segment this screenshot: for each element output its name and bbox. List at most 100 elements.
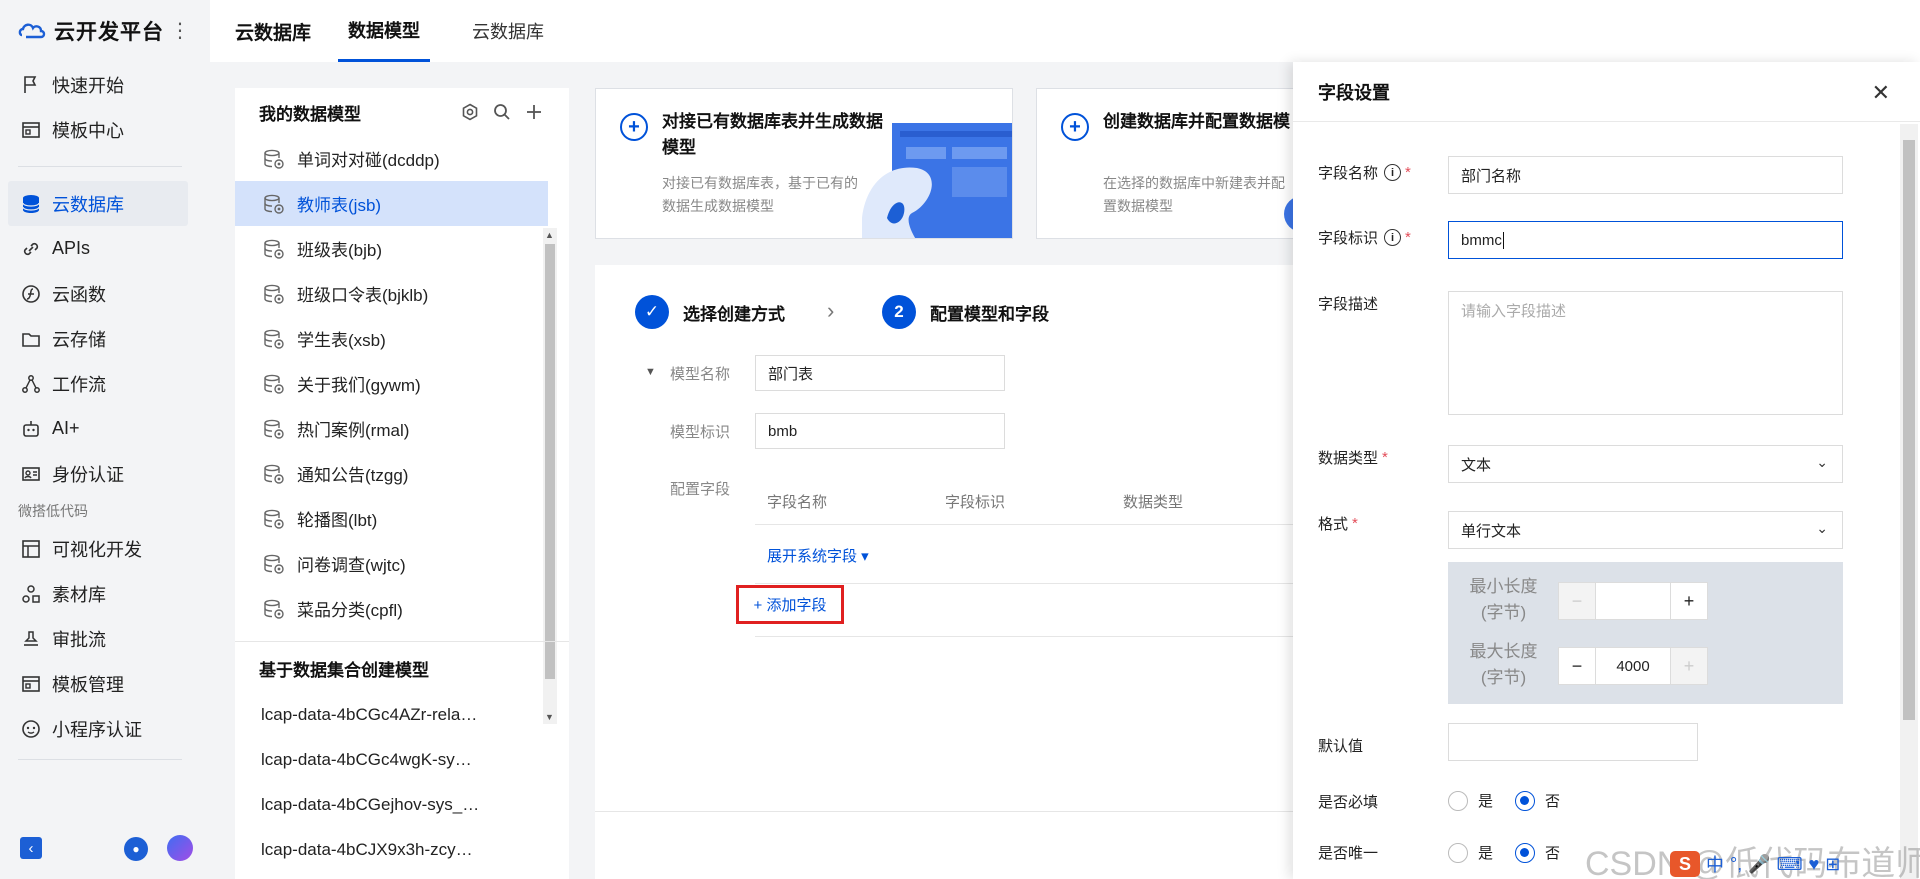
template-icon bbox=[20, 673, 42, 695]
required-no-label: 否 bbox=[1545, 793, 1561, 810]
model-id-input[interactable]: bmb bbox=[755, 413, 1005, 449]
default-value-input[interactable] bbox=[1448, 723, 1698, 761]
sogou-ime-icon[interactable]: S bbox=[1670, 851, 1700, 877]
nav-main-item-0[interactable]: 云数据库 bbox=[8, 181, 188, 226]
model-list-item[interactable]: 菜品分类(cpfl) bbox=[235, 586, 548, 626]
nav-top-item-1[interactable]: 模板中心 bbox=[0, 107, 210, 152]
drawer-scrollbar[interactable] bbox=[1900, 124, 1918, 879]
model-list-item[interactable]: 热门案例(rmal) bbox=[235, 406, 548, 451]
unique-yes-radio[interactable]: 是 bbox=[1448, 842, 1493, 863]
collapse-caret-icon[interactable]: ▼ bbox=[645, 366, 656, 378]
max-length-stepper[interactable]: − 4000 + bbox=[1558, 647, 1708, 685]
dataset-model-item[interactable]: lcap-data-4bCGejhov-sys_… bbox=[261, 782, 551, 827]
nav-lowcode-item-2[interactable]: 审批流 bbox=[0, 616, 210, 661]
nav-lowcode-item-1[interactable]: 素材库 bbox=[0, 571, 210, 616]
user-avatar-icon[interactable]: ● bbox=[124, 837, 148, 861]
nav-main-item-3[interactable]: 云存储 bbox=[0, 316, 210, 361]
nav-main-item-4[interactable]: 工作流 bbox=[0, 361, 210, 406]
add-icon[interactable] bbox=[525, 103, 543, 121]
data-type-select[interactable]: 文本 ⌄ bbox=[1448, 445, 1843, 483]
database-icon bbox=[20, 193, 42, 215]
min-length-stepper[interactable]: − + bbox=[1558, 582, 1708, 620]
keyboard-icon[interactable]: ⌨ bbox=[1777, 854, 1803, 875]
field-desc-textarea[interactable]: 请输入字段描述 bbox=[1448, 291, 1843, 415]
format-select[interactable]: 单行文本 ⌄ bbox=[1448, 511, 1843, 549]
skin-icon[interactable]: ♥ bbox=[1809, 854, 1820, 875]
wizard-divider bbox=[595, 811, 1295, 812]
info-icon[interactable]: i bbox=[1384, 229, 1402, 246]
nav-main-item-5[interactable]: AI+ bbox=[0, 406, 210, 451]
more-vertical-icon[interactable]: ⋮ bbox=[170, 21, 190, 41]
model-name-input[interactable]: 部门表 bbox=[755, 355, 1005, 391]
scrollbar-thumb[interactable] bbox=[1903, 140, 1915, 720]
dataset-model-item[interactable]: lcap-data-4bCGc4AZr-rela… bbox=[261, 692, 551, 737]
dataset-model-item[interactable]: lcap-data-4bCGc4wgK-sy… bbox=[261, 737, 551, 782]
unique-no-radio[interactable]: 否 bbox=[1515, 842, 1560, 863]
col-field-id: 字段标识 bbox=[945, 494, 1006, 511]
model-list-scrollbar[interactable]: ▲ ▼ bbox=[543, 228, 557, 724]
collapse-nav-icon[interactable]: ‹ bbox=[20, 837, 42, 859]
scrollbar-thumb[interactable] bbox=[545, 244, 555, 679]
model-list-item[interactable]: 单词对对碰(dcddp) bbox=[235, 136, 548, 181]
model-list-item[interactable]: 通知公告(tzgg) bbox=[235, 451, 548, 496]
field-id-label-text: 字段标识 bbox=[1318, 230, 1379, 247]
required-yes-radio[interactable]: 是 bbox=[1448, 790, 1493, 811]
nav-main-item-1[interactable]: APIs bbox=[0, 226, 210, 271]
format-label: 格式 * bbox=[1318, 513, 1358, 534]
field-name-label-text: 字段名称 bbox=[1318, 165, 1379, 182]
plus-circle-icon: + bbox=[1061, 113, 1089, 141]
scroll-up-icon[interactable]: ▲ bbox=[545, 230, 554, 240]
punctuation-icon[interactable]: °, bbox=[1730, 854, 1742, 875]
model-list-item-label: 热门案例(rmal) bbox=[297, 421, 410, 440]
left-nav: 云开发平台 ⋮ 快速开始 模板中心 云数据库 APIs 云函数 云存储 工作流 AI+ 身份认… bbox=[0, 0, 210, 879]
expand-system-fields-link[interactable]: 展开系统字段 ▾ bbox=[767, 545, 869, 566]
search-icon[interactable] bbox=[493, 103, 511, 121]
info-icon[interactable]: i bbox=[1384, 164, 1402, 181]
mic-icon[interactable]: 🎤 bbox=[1748, 854, 1770, 875]
brand: 云开发平台 ⋮ bbox=[0, 0, 210, 62]
nav-lowcode-item-4[interactable]: 小程序认证 bbox=[0, 706, 210, 751]
model-list-item-label: 轮播图(lbt) bbox=[297, 511, 378, 530]
minus-icon[interactable]: − bbox=[1558, 647, 1596, 685]
nav-top-item-0[interactable]: 快速开始 bbox=[0, 62, 210, 107]
panel-divider bbox=[235, 641, 569, 642]
minus-icon[interactable]: − bbox=[1558, 582, 1596, 620]
card-connect-existing[interactable]: + 对接已有数据库表并生成数据模型 对接已有数据库表，基于已有的数据生成数据模型 bbox=[595, 88, 1013, 239]
model-list-item-label: 学生表(xsb) bbox=[297, 331, 386, 350]
col-field-name: 字段名称 bbox=[767, 494, 828, 511]
nav-lowcode-item-0[interactable]: 可视化开发 bbox=[0, 526, 210, 571]
model-list-item[interactable]: 班级表(bjb) bbox=[235, 226, 548, 271]
plus-icon[interactable]: + bbox=[1670, 582, 1708, 620]
fields-label: 配置字段 bbox=[670, 481, 731, 498]
model-list-item[interactable]: 学生表(xsb) bbox=[235, 316, 548, 361]
tab-cloud-database[interactable]: 云数据库 bbox=[472, 0, 544, 62]
model-list-item[interactable]: 关于我们(gywm) bbox=[235, 361, 548, 406]
model-list-item[interactable]: 问卷调查(wjtc) bbox=[235, 541, 548, 586]
field-id-input[interactable]: bmmc bbox=[1448, 221, 1843, 259]
card-title: 对接已有数据库表并生成数据模型 bbox=[662, 112, 883, 157]
close-icon[interactable]: ✕ bbox=[1872, 80, 1890, 106]
plus-icon[interactable]: + bbox=[1670, 647, 1708, 685]
model-list-item[interactable]: 教师表(jsb) bbox=[235, 181, 548, 226]
ime-lang-indicator[interactable]: 中 bbox=[1706, 851, 1724, 877]
model-list-item[interactable]: 班级口令表(bjklb) bbox=[235, 271, 548, 316]
ai-assistant-icon[interactable] bbox=[167, 835, 193, 861]
menu-grid-icon[interactable]: ⊞ bbox=[1825, 854, 1840, 875]
field-name-input[interactable]: 部门名称 bbox=[1448, 156, 1843, 194]
required-no-radio[interactable]: 否 bbox=[1515, 790, 1560, 811]
card-create-database[interactable]: + 创建数据库并配置数据模 在选择的数据库中新建表并配置数据模型 bbox=[1036, 88, 1296, 239]
dataset-model-item[interactable]: lcap-data-4bCJX9x3h-zcy… bbox=[261, 827, 551, 872]
min-length-value[interactable] bbox=[1596, 582, 1670, 620]
nav-lowcode-item-3[interactable]: 模板管理 bbox=[0, 661, 210, 706]
col-data-type: 数据类型 bbox=[1123, 494, 1184, 511]
nav-main-item-2[interactable]: 云函数 bbox=[0, 271, 210, 316]
max-length-value[interactable]: 4000 bbox=[1596, 647, 1670, 685]
nav-main-item-6[interactable]: 身份认证 bbox=[0, 451, 210, 496]
database-settings-icon bbox=[263, 463, 285, 485]
tab-data-model[interactable]: 数据模型 bbox=[338, 0, 430, 62]
nav-divider bbox=[18, 166, 182, 167]
model-list-item[interactable]: 轮播图(lbt) bbox=[235, 496, 548, 541]
card-desc: 对接已有数据库表，基于已有的数据生成数据模型 bbox=[662, 175, 858, 214]
settings-icon[interactable] bbox=[461, 103, 479, 121]
add-field-button[interactable]: + 添加字段 bbox=[736, 585, 844, 624]
